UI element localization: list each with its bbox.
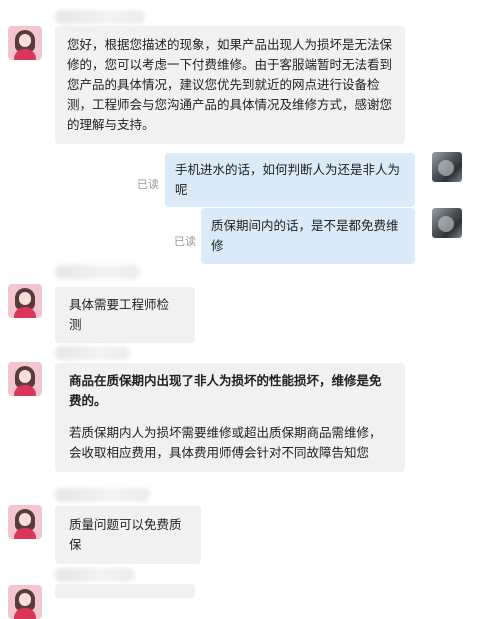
agent-avatar[interactable] — [8, 585, 42, 619]
message-text: 质保期间内的话，是不是都免费维修 — [211, 218, 399, 253]
sender-name-blurred — [55, 265, 140, 279]
message-text-bold: 商品在质保期内出现了非人为损坏的性能损坏，维修是免费的。 — [69, 373, 382, 408]
sender-name-blurred — [55, 346, 130, 360]
message-text: 具体需要工程师检测 — [69, 297, 170, 332]
read-status: 已读 — [174, 235, 196, 248]
agent-message: 商品在质保期内出现了非人为损坏的性能损坏，维修是免费的。 若质保期内人为损坏需要… — [55, 363, 405, 472]
user-avatar[interactable] — [432, 208, 462, 238]
user-avatar[interactable] — [432, 152, 462, 182]
message-text: 您好，根据您描述的现象，如果产品出现人为损坏是无法保修的，您可以考虑一下付费维修… — [67, 37, 393, 132]
agent-avatar[interactable] — [8, 505, 42, 539]
agent-avatar[interactable] — [8, 26, 42, 60]
agent-message: 具体需要工程师检测 — [55, 287, 195, 343]
agent-message: 您好，根据您描述的现象，如果产品出现人为损坏是无法保修的，您可以考虑一下付费维修… — [55, 26, 405, 144]
user-message: 手机进水的话，如何判断人为还是非人为呢 — [165, 153, 415, 207]
message-text: 手机进水的话，如何判断人为还是非人为呢 — [175, 162, 401, 197]
sender-name-blurred — [55, 488, 150, 502]
agent-avatar[interactable] — [8, 362, 42, 396]
message-text: 若质保期内人为损坏需要维修或超出质保期商品需维修，会收取相应费用，具体费用师傅会… — [69, 425, 382, 460]
agent-message: 质量问题可以免费质保 — [55, 506, 201, 564]
sender-name-blurred — [55, 568, 135, 582]
agent-message-partial — [55, 584, 195, 598]
message-text: 质量问题可以免费质保 — [69, 517, 182, 552]
user-message: 质保期间内的话，是不是都免费维修 — [201, 208, 415, 264]
read-status: 已读 — [137, 178, 159, 191]
sender-name-blurred — [55, 10, 145, 24]
agent-avatar[interactable] — [8, 284, 42, 318]
